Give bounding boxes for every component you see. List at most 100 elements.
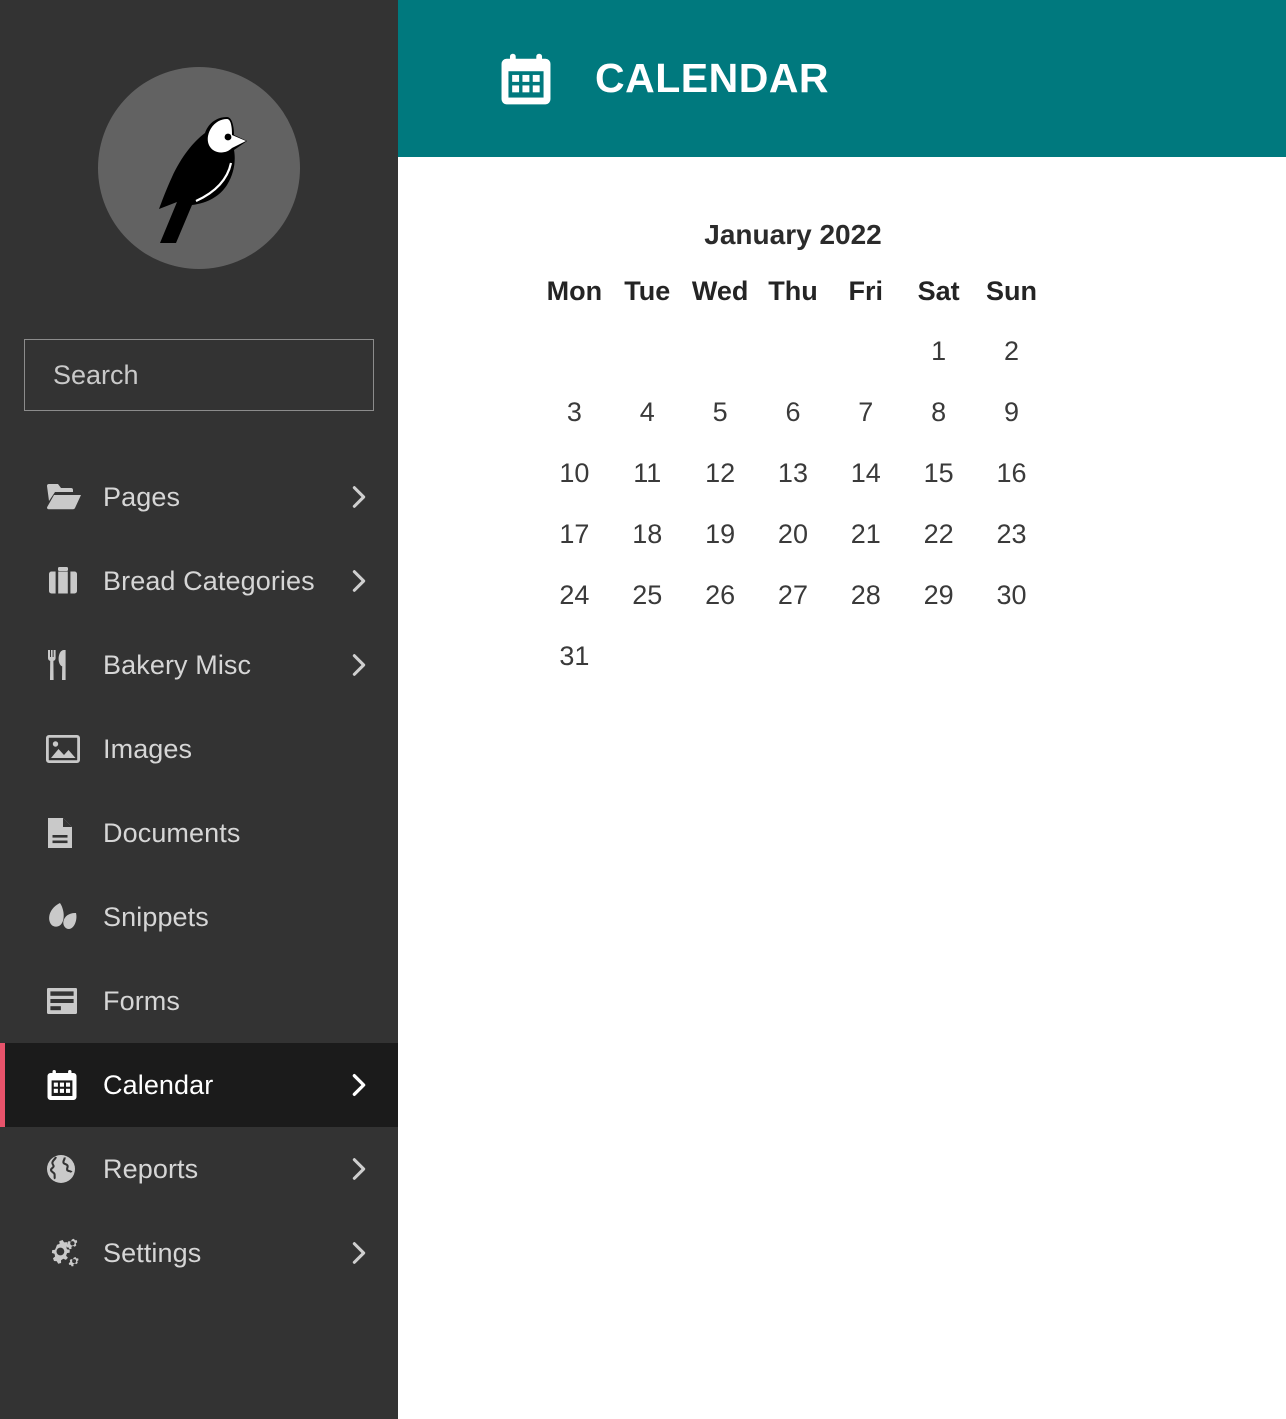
calendar-day-cell[interactable]: 9 [975, 382, 1048, 443]
calendar-month-title: January 2022 [704, 219, 882, 250]
globe-icon [46, 1152, 82, 1186]
sidebar-item-documents[interactable]: Documents [0, 791, 398, 875]
chevron-right-icon[interactable] [348, 566, 370, 596]
chevron-right-icon[interactable] [348, 1238, 370, 1268]
calendar-day-cell[interactable]: 30 [975, 565, 1048, 626]
bird-logo-icon [159, 117, 247, 243]
calendar-widget: January 2022 Mon Tue Wed Thu Fri Sat Sun [538, 219, 1048, 687]
search-box[interactable] [24, 339, 437, 411]
sidebar-item-pages[interactable]: Pages [0, 455, 398, 539]
calendar-icon [46, 1068, 82, 1102]
calendar-day-cell[interactable]: 20 [757, 504, 830, 565]
calendar-day-cell[interactable]: 29 [902, 565, 975, 626]
calendar-day-cell[interactable]: 26 [684, 565, 757, 626]
page-header: CALENDAR [398, 0, 1286, 157]
calendar-day-cell[interactable]: 14 [829, 443, 902, 504]
calendar-day-cell[interactable]: 11 [611, 443, 684, 504]
calendar-day-cell[interactable]: 23 [975, 504, 1048, 565]
cutlery-icon [46, 648, 82, 682]
sidebar-item-calendar[interactable]: Calendar [0, 1043, 398, 1127]
calendar-week-row: 10 11 12 13 14 15 16 [538, 443, 1048, 504]
calendar-day-cell[interactable]: 2 [975, 321, 1048, 382]
search-container [0, 269, 437, 411]
sidebar-item-label: Snippets [103, 901, 209, 932]
calendar-week-row: 17 18 19 20 21 22 23 [538, 504, 1048, 565]
calendar-week-row: 1 2 [538, 321, 1048, 382]
calendar-day-cell[interactable]: 15 [902, 443, 975, 504]
calendar-table: Mon Tue Wed Thu Fri Sat Sun 1 2 3 4 5 6 … [538, 276, 1048, 687]
calendar-day-cell[interactable]: 22 [902, 504, 975, 565]
calendar-day-cell[interactable]: 10 [538, 443, 611, 504]
search-icon[interactable] [407, 359, 439, 391]
sidebar-item-settings[interactable]: Settings [0, 1211, 398, 1295]
calendar-day-cell[interactable]: 24 [538, 565, 611, 626]
content-area: January 2022 Mon Tue Wed Thu Fri Sat Sun [398, 157, 1286, 687]
sidebar-item-label: Forms [103, 985, 180, 1016]
avatar[interactable] [98, 67, 300, 269]
calendar-day-cell[interactable]: 21 [829, 504, 902, 565]
calendar-week-row: 24 25 26 27 28 29 30 [538, 565, 1048, 626]
calendar-weekday: Wed [691, 276, 749, 306]
calendar-weekday: Sun [986, 276, 1038, 306]
calendar-day-cell[interactable]: 3 [538, 382, 611, 443]
calendar-day-cell[interactable]: 19 [684, 504, 757, 565]
calendar-day-cell[interactable]: 18 [611, 504, 684, 565]
sidebar-item-label: Images [103, 733, 193, 764]
sidebar-item-reports[interactable]: Reports [0, 1127, 398, 1211]
calendar-day-cell [538, 321, 611, 382]
calendar-day-cell [902, 626, 975, 687]
calendar-weekday: Sat [917, 276, 960, 306]
calendar-weekday: Mon [546, 276, 603, 306]
calendar-weekday: Thu [768, 276, 818, 306]
chevron-right-icon[interactable] [348, 1154, 370, 1184]
calendar-weekday: Fri [848, 276, 884, 306]
calendar-day-cell[interactable]: 17 [538, 504, 611, 565]
sidebar: Pages Bread Categories [0, 0, 437, 1419]
main-content: CALENDAR January 2022 Mon Tue Wed Thu Fr… [398, 0, 1286, 1419]
calendar-day-cell[interactable]: 8 [902, 382, 975, 443]
sidebar-item-bakery-misc[interactable]: Bakery Misc [0, 623, 398, 707]
image-icon [46, 732, 82, 766]
sidebar-item-forms[interactable]: Forms [0, 959, 398, 1043]
document-icon [46, 816, 82, 850]
sidebar-item-label: Bakery Misc [103, 649, 252, 680]
leaf-icon [46, 900, 82, 934]
calendar-day-cell [829, 321, 902, 382]
sidebar-item-label: Settings [103, 1237, 202, 1268]
calendar-day-cell [757, 626, 830, 687]
calendar-day-cell[interactable]: 5 [684, 382, 757, 443]
chevron-right-icon[interactable] [348, 650, 370, 680]
folder-open-icon [46, 480, 82, 514]
sidebar-item-label: Documents [103, 817, 241, 848]
forms-icon [46, 984, 82, 1018]
chevron-right-icon[interactable] [348, 482, 370, 512]
sidebar-item-snippets[interactable]: Snippets [0, 875, 398, 959]
calendar-day-cell[interactable]: 31 [538, 626, 611, 687]
calendar-day-cell[interactable]: 1 [902, 321, 975, 382]
calendar-day-cell [684, 321, 757, 382]
calendar-day-cell[interactable]: 7 [829, 382, 902, 443]
sidebar-item-label: Reports [103, 1153, 199, 1184]
calendar-day-cell[interactable]: 4 [611, 382, 684, 443]
calendar-day-cell[interactable]: 13 [757, 443, 830, 504]
calendar-day-cell [829, 626, 902, 687]
search-input[interactable] [53, 359, 407, 391]
calendar-day-cell [757, 321, 830, 382]
calendar-day-cell[interactable]: 6 [757, 382, 830, 443]
sidebar-item-bread-categories[interactable]: Bread Categories [0, 539, 398, 623]
sidebar-item-label: Pages [103, 481, 181, 512]
sidebar-nav: Pages Bread Categories Bakery Misc Image… [0, 455, 398, 1295]
calendar-day-cell [684, 626, 757, 687]
briefcase-icon [46, 564, 82, 598]
calendar-day-cell[interactable]: 28 [829, 565, 902, 626]
calendar-day-cell [975, 626, 1048, 687]
calendar-day-cell[interactable]: 27 [757, 565, 830, 626]
calendar-day-cell[interactable]: 12 [684, 443, 757, 504]
calendar-day-cell[interactable]: 25 [611, 565, 684, 626]
calendar-day-cell[interactable]: 16 [975, 443, 1048, 504]
sidebar-item-images[interactable]: Images [0, 707, 398, 791]
logo-container [0, 0, 398, 269]
chevron-right-icon[interactable] [348, 1070, 370, 1100]
sidebar-item-label: Bread Categories [103, 565, 315, 596]
gears-icon [46, 1236, 82, 1270]
